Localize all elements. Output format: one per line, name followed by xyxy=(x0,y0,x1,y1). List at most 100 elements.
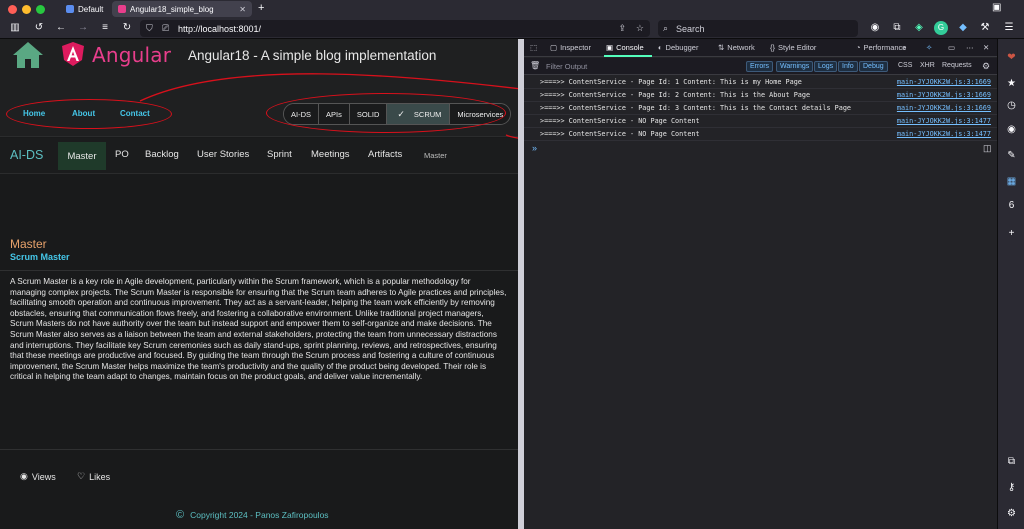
subnav-item-backlog[interactable]: Backlog xyxy=(145,149,179,160)
pick-element-icon[interactable]: ⬚ xyxy=(530,43,537,52)
search-placeholder: Search xyxy=(676,23,705,34)
tab-angular-blog[interactable]: Angular18_simple_blog ✕ xyxy=(112,1,252,17)
profile-icon[interactable]: ◉ xyxy=(1005,123,1018,136)
reload-icon[interactable]: ↻ xyxy=(120,21,134,35)
subnav-item-meetings[interactable]: Meetings xyxy=(311,149,350,160)
history-icon[interactable]: ↺ xyxy=(32,21,46,35)
extensions-panel-icon[interactable]: ⧉ xyxy=(1005,455,1018,468)
filter-xhr-button[interactable]: XHR xyxy=(920,62,935,69)
angular-logo-icon xyxy=(62,42,84,66)
log-message: >===>> ContentService - Page Id: 2 Conte… xyxy=(540,91,811,99)
browser-nav-bar: ▥ ↺ ← → ≡ ↻ ⛉ ⎚ http://localhost:8001/ ⇪… xyxy=(0,18,1024,39)
editor-mode-icon[interactable]: ◫ xyxy=(983,143,992,154)
six-icon[interactable]: 6 xyxy=(1005,199,1018,212)
minimize-window-button[interactable] xyxy=(22,5,31,14)
addon-icon[interactable]: ◆ xyxy=(956,21,970,35)
plus-icon[interactable]: + xyxy=(258,2,264,14)
views-button[interactable]: ◉ Views xyxy=(20,471,56,482)
tab-label: Default xyxy=(78,4,104,14)
likes-button[interactable]: ♡ Likes xyxy=(77,471,110,482)
close-devtools-icon[interactable]: ✕ xyxy=(983,43,989,52)
translate-icon[interactable]: ▦ xyxy=(1005,175,1018,188)
wrench-icon[interactable]: ⚒ xyxy=(978,21,992,35)
filter-requests-button[interactable]: Requests xyxy=(942,62,972,69)
back-icon[interactable]: ← xyxy=(54,21,68,35)
tab-performance[interactable]: ◔ Performance xyxy=(856,43,906,52)
tab-favicon-icon xyxy=(66,5,74,13)
sidebar-toggle-icon[interactable]: ▥ xyxy=(8,21,22,35)
share-icon[interactable]: ⇪ xyxy=(618,23,626,34)
page-info-icon[interactable]: ⎚ xyxy=(162,23,169,34)
subnav-item-artifacts[interactable]: Artifacts xyxy=(368,149,402,160)
console-input-prompt[interactable]: » xyxy=(532,143,537,153)
key-icon[interactable]: ⚷ xyxy=(1005,481,1018,494)
log-source-link[interactable]: main-JYJOKK2W.js:3:1669 xyxy=(897,78,991,86)
search-input[interactable]: ⌕ Search xyxy=(658,20,858,37)
log-source-link[interactable]: main-JYJOKK2W.js:3:1477 xyxy=(897,117,991,125)
tab-console[interactable]: ▣ Console xyxy=(606,43,644,52)
pen-icon[interactable]: ✎ xyxy=(1005,149,1018,162)
extension-puzzle-icon[interactable]: ⧉ xyxy=(890,21,904,35)
copyright-icon: © xyxy=(176,509,185,521)
reader-icon[interactable]: ≡ xyxy=(98,21,112,35)
log-message: >===>> ContentService - Page Id: 1 Conte… xyxy=(540,78,802,86)
log-source-link[interactable]: main-JYJOKK2W.js:3:1669 xyxy=(897,91,991,99)
add-panel-icon[interactable]: + xyxy=(1005,227,1018,240)
close-window-button[interactable] xyxy=(8,5,17,14)
url-bar[interactable]: ⛉ ⎚ http://localhost:8001/ ⇪ ☆ xyxy=(140,20,650,37)
tab-inspector[interactable]: ▢ Inspector xyxy=(550,43,591,52)
bookmark-star-icon[interactable]: ☆ xyxy=(636,23,644,34)
extension-icon[interactable]: ✧ xyxy=(926,43,932,52)
settings-gear-icon[interactable]: ⚙ xyxy=(982,61,990,72)
subnav-item-po[interactable]: PO xyxy=(115,149,129,160)
sidebar-settings-icon[interactable]: ⚙ xyxy=(1005,507,1018,520)
page-title: Master xyxy=(10,237,47,251)
history-clock-icon[interactable]: ◷ xyxy=(1005,99,1018,112)
debugger-icon: ◐ xyxy=(658,43,663,52)
house-icon[interactable] xyxy=(12,41,44,69)
url-text[interactable]: http://localhost:8001/ xyxy=(178,24,261,34)
tab-style-editor[interactable]: {} Style Editor xyxy=(770,43,816,52)
tab-debugger[interactable]: ◐ Debugger xyxy=(658,43,698,52)
bookmark-heart-icon[interactable]: ❤ xyxy=(1005,51,1018,64)
more-tabs-icon[interactable]: » xyxy=(902,43,906,52)
shield-icon[interactable]: ⛉ xyxy=(146,23,153,34)
filter-errors-button[interactable]: Errors xyxy=(746,61,774,72)
filter-css-button[interactable]: CSS xyxy=(898,62,912,69)
star-icon[interactable]: ★ xyxy=(1005,77,1018,90)
log-source-link[interactable]: main-JYJOKK2W.js:3:1669 xyxy=(897,104,991,112)
log-source-link[interactable]: main-JYJOKK2W.js:3:1477 xyxy=(897,130,991,138)
subnav-item-user-stories[interactable]: User Stories xyxy=(197,149,249,160)
active-tab-indicator xyxy=(604,55,652,57)
devtools-panel: ⬚ ▢ Inspector ▣ Console ◐ Debugger ⇅ Network… xyxy=(524,39,997,529)
extensions-icon[interactable]: ▣ xyxy=(992,2,1001,13)
close-tab-icon[interactable]: ✕ xyxy=(239,5,246,14)
tab-default[interactable]: Default xyxy=(60,1,109,17)
filter-output-input[interactable]: Filter Output xyxy=(546,62,587,71)
tab-label: Performance xyxy=(863,43,907,52)
maximize-window-button[interactable] xyxy=(36,5,45,14)
subnav-brand[interactable]: AI-DS xyxy=(10,148,43,162)
filter-info-button[interactable]: Info xyxy=(838,61,858,72)
console-log-row: >===>> ContentService - Page Id: 1 Conte… xyxy=(524,76,997,89)
subnav-item-sprint[interactable]: Sprint xyxy=(267,149,292,160)
subnav-item-master[interactable]: Master xyxy=(58,142,106,170)
devtools-tab-bar: ⬚ ▢ Inspector ▣ Console ◐ Debugger ⇅ Network… xyxy=(524,39,997,57)
dock-icon[interactable]: ▭ xyxy=(948,43,955,52)
trash-icon[interactable]: 🗑 xyxy=(530,61,540,70)
filter-logs-button[interactable]: Logs xyxy=(814,61,838,72)
forward-icon[interactable]: → xyxy=(76,21,90,35)
filter-warnings-button[interactable]: Warnings xyxy=(776,61,814,72)
options-icon[interactable]: ⋯ xyxy=(966,43,974,52)
angular-favicon-icon xyxy=(118,5,126,13)
tracker-icon[interactable]: ◈ xyxy=(912,21,926,35)
tab-network[interactable]: ⇅ Network xyxy=(718,43,755,52)
article-body: A Scrum Master is a key role in Agile de… xyxy=(10,277,507,382)
site-header: Angular Angular18 - A simple blog implem… xyxy=(0,39,518,137)
filter-debug-button[interactable]: Debug xyxy=(859,61,888,72)
account-icon[interactable]: ◉ xyxy=(868,21,882,35)
topic-subnav: AI-DS Master PO Backlog User Stories Spr… xyxy=(0,138,518,174)
grammarly-icon[interactable]: G xyxy=(934,21,948,35)
page-subtitle: Scrum Master xyxy=(10,252,70,262)
menu-icon[interactable]: ☰ xyxy=(1002,21,1016,35)
